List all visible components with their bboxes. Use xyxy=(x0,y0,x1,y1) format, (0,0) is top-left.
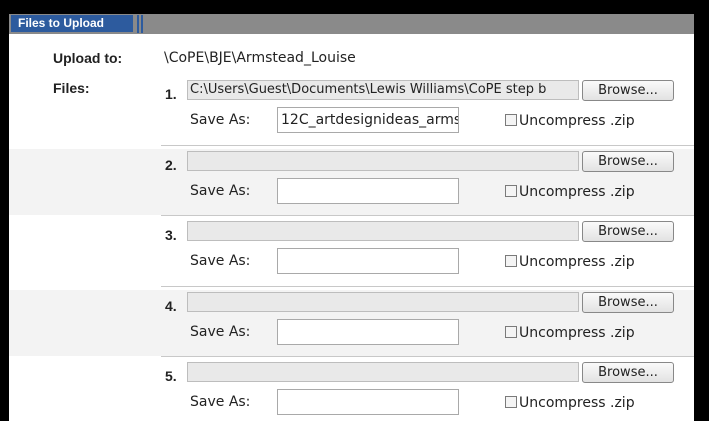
panel-title: Files to Upload xyxy=(11,15,133,32)
row-divider xyxy=(161,215,694,216)
file-path-input[interactable]: C:\Users\Guest\Documents\Lewis Williams\… xyxy=(187,80,579,100)
save-as-label: Save As: xyxy=(190,253,251,269)
row-number: 2. xyxy=(165,157,177,173)
file-row-2: 2. Browse... Save As: Uncompress .zip xyxy=(9,149,694,215)
row-number: 5. xyxy=(165,368,177,384)
file-path-input[interactable] xyxy=(187,221,579,241)
upload-to-label: Upload to: xyxy=(53,50,123,66)
save-as-label: Save As: xyxy=(190,394,251,410)
uncompress-checkbox[interactable] xyxy=(505,255,517,267)
save-as-input[interactable] xyxy=(277,319,459,345)
file-path-input[interactable] xyxy=(187,362,579,382)
save-as-label: Save As: xyxy=(190,183,251,199)
file-row-5: 5. Browse... Save As: Uncompress .zip xyxy=(9,360,694,421)
uncompress-checkbox[interactable] xyxy=(505,326,517,338)
row-number: 1. xyxy=(165,86,177,102)
save-as-input[interactable] xyxy=(277,248,459,274)
save-as-label: Save As: xyxy=(190,324,251,340)
save-as-input[interactable]: 12C_artdesignideas_arms xyxy=(277,107,459,133)
uncompress-zip-option[interactable]: Uncompress .zip xyxy=(505,395,635,411)
save-as-input[interactable] xyxy=(277,389,459,415)
titlebar-grip xyxy=(137,15,139,33)
uncompress-label: Uncompress .zip xyxy=(519,325,635,341)
browse-button[interactable]: Browse... xyxy=(582,221,674,242)
browse-button[interactable]: Browse... xyxy=(582,292,674,313)
uncompress-checkbox[interactable] xyxy=(505,114,517,126)
titlebar-grip xyxy=(141,15,143,33)
file-path-input[interactable] xyxy=(187,292,579,312)
browse-button[interactable]: Browse... xyxy=(582,362,674,383)
uncompress-label: Uncompress .zip xyxy=(519,184,635,200)
save-as-input[interactable] xyxy=(277,178,459,204)
uncompress-zip-option[interactable]: Uncompress .zip xyxy=(505,113,635,129)
uncompress-label: Uncompress .zip xyxy=(519,254,635,270)
file-row-3: 3. Browse... Save As: Uncompress .zip xyxy=(9,219,694,285)
file-row-1: 1. C:\Users\Guest\Documents\Lewis Willia… xyxy=(9,78,694,144)
file-path-input[interactable] xyxy=(187,151,579,171)
upload-path: \CoPE\BJE\Armstead_Louise xyxy=(164,50,356,66)
upload-panel: Files to Upload Upload to: \CoPE\BJE\Arm… xyxy=(9,14,694,421)
uncompress-zip-option[interactable]: Uncompress .zip xyxy=(505,325,635,341)
uncompress-label: Uncompress .zip xyxy=(519,395,635,411)
save-as-label: Save As: xyxy=(190,112,251,128)
panel-titlebar: Files to Upload xyxy=(9,14,694,34)
uncompress-checkbox[interactable] xyxy=(505,185,517,197)
row-divider xyxy=(161,356,694,357)
uncompress-checkbox[interactable] xyxy=(505,396,517,408)
file-row-4: 4. Browse... Save As: Uncompress .zip xyxy=(9,290,694,356)
row-divider xyxy=(161,286,694,287)
uncompress-zip-option[interactable]: Uncompress .zip xyxy=(505,184,635,200)
browse-button[interactable]: Browse... xyxy=(582,80,674,101)
row-divider xyxy=(161,145,694,146)
uncompress-zip-option[interactable]: Uncompress .zip xyxy=(505,254,635,270)
uncompress-label: Uncompress .zip xyxy=(519,113,635,129)
row-number: 4. xyxy=(165,298,177,314)
browse-button[interactable]: Browse... xyxy=(582,151,674,172)
row-number: 3. xyxy=(165,227,177,243)
